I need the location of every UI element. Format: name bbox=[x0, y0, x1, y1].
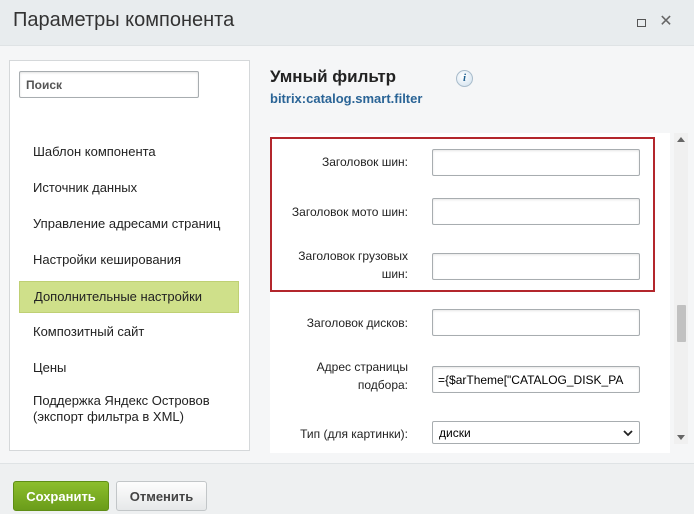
scroll-down-icon[interactable] bbox=[677, 435, 685, 440]
cancel-button[interactable]: Отменить bbox=[116, 481, 207, 511]
field-label-disk-title: Заголовок дисков: bbox=[306, 316, 408, 330]
sidebar-item-yandex-islands[interactable]: Поддержка Яндекс Островов (экспорт фильт… bbox=[19, 391, 239, 427]
image-type-select[interactable]: диски bbox=[432, 421, 640, 444]
moto-tire-title-input[interactable] bbox=[432, 198, 640, 225]
field-label-truck-tire-title: Заголовок грузовых шин: bbox=[298, 249, 408, 281]
scroll-thumb[interactable] bbox=[677, 305, 686, 342]
component-code: bitrix:catalog.smart.filter bbox=[270, 91, 423, 106]
dialog-content: Шаблон компонента Источник данных Управл… bbox=[0, 46, 694, 463]
field-label-image-type: Тип (для картинки): bbox=[300, 427, 408, 441]
settings-sidebar: Шаблон компонента Источник данных Управл… bbox=[9, 60, 250, 451]
dialog-titlebar: Параметры компонента ✕ bbox=[0, 0, 694, 46]
field-label-moto-tire-title: Заголовок мото шин: bbox=[291, 205, 408, 219]
scroll-up-icon[interactable] bbox=[677, 137, 685, 142]
sidebar-item-caching[interactable]: Настройки кеширования bbox=[19, 250, 239, 270]
dialog-footer: Сохранить Отменить bbox=[0, 463, 694, 514]
component-settings-panel: Умный фильтр i bitrix:catalog.smart.filt… bbox=[250, 46, 694, 463]
search-input[interactable] bbox=[19, 71, 199, 98]
tire-title-input[interactable] bbox=[432, 149, 640, 176]
image-type-value: диски bbox=[439, 425, 471, 440]
sidebar-item-additional[interactable]: Дополнительные настройки bbox=[19, 281, 239, 313]
dialog-title: Параметры компонента bbox=[13, 9, 235, 31]
truck-tire-title-input[interactable] bbox=[432, 253, 640, 280]
field-label-tire-title: Заголовок шин: bbox=[321, 155, 408, 169]
close-icon[interactable]: ✕ bbox=[658, 14, 674, 30]
chevron-down-icon bbox=[623, 429, 633, 436]
component-title: Умный фильтр bbox=[270, 67, 397, 86]
field-label-selection-page-url: Адрес страницы подбора: bbox=[316, 360, 408, 392]
sidebar-item-prices[interactable]: Цены bbox=[19, 358, 239, 378]
sidebar-item-template[interactable]: Шаблон компонента bbox=[19, 142, 239, 162]
maximize-icon[interactable] bbox=[633, 14, 649, 30]
sidebar-item-data-source[interactable]: Источник данных bbox=[19, 178, 239, 198]
sidebar-item-composite[interactable]: Композитный сайт bbox=[19, 322, 239, 342]
sidebar-item-url-management[interactable]: Управление адресами страниц bbox=[19, 214, 239, 234]
disk-title-input[interactable] bbox=[432, 309, 640, 336]
selection-page-url-input[interactable] bbox=[432, 366, 640, 393]
save-button[interactable]: Сохранить bbox=[13, 481, 109, 511]
form-scrollbar[interactable] bbox=[674, 133, 688, 444]
info-icon[interactable]: i bbox=[456, 70, 473, 87]
